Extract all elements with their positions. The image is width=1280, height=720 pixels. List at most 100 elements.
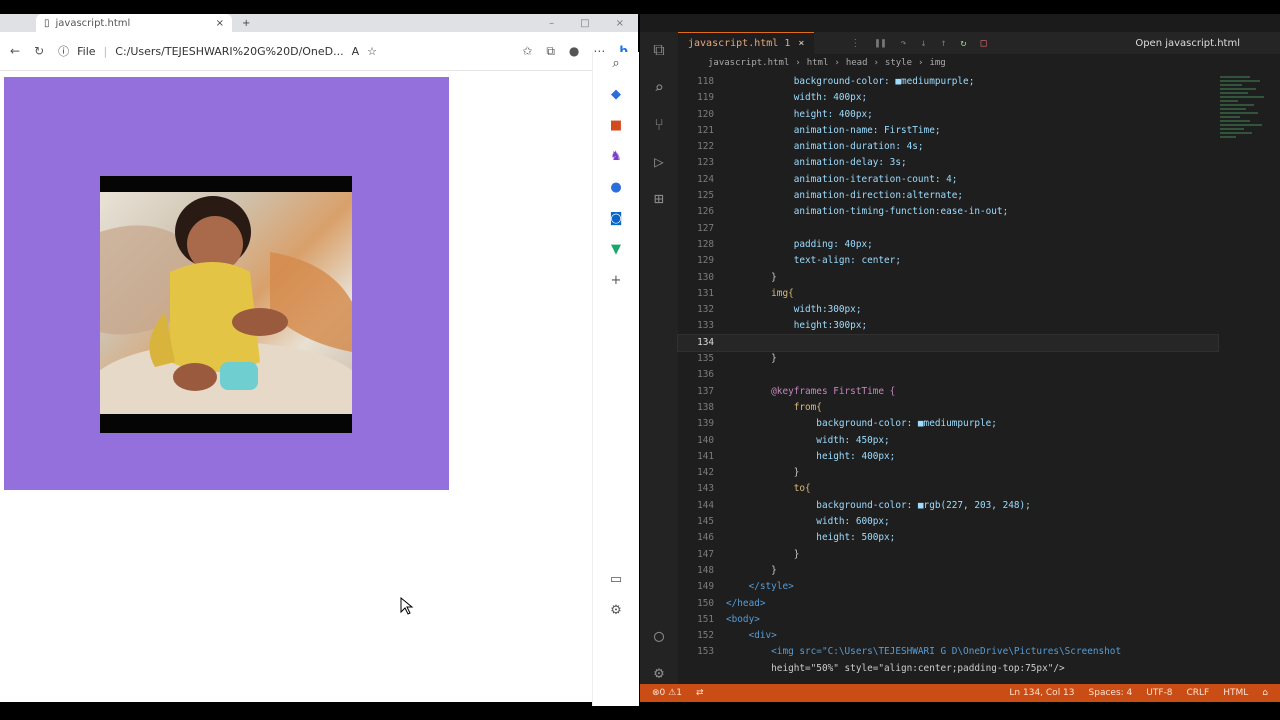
editor-tab-javascript-html[interactable]: javascript.html 1 × [678,31,815,55]
search-icon[interactable]: ⌕ [654,78,664,97]
new-tab-button[interactable]: + [242,18,250,29]
close-editor-tab-icon[interactable]: × [798,38,804,49]
read-aloud-icon[interactable]: A [352,45,360,58]
run-debug-icon[interactable]: ▷ [654,152,664,171]
mouse-cursor-icon [400,596,414,619]
office-icon[interactable]: ● [610,180,621,195]
manage-gear-icon[interactable]: ⚙ [654,663,664,682]
code-line[interactable]: 141 height: 400px; [678,449,1218,465]
close-tab-icon[interactable]: × [216,18,224,29]
code-line[interactable]: 140 width: 450px; [678,433,1218,449]
code-line[interactable]: 142 } [678,465,1218,481]
code-line[interactable]: 118 background-color: ■mediumpurple; [678,74,1218,90]
code-line[interactable]: 152 <div> [678,628,1218,644]
restart-icon[interactable]: ↻ [961,38,967,49]
code-line[interactable]: 138 from{ [678,400,1218,416]
favorites-icon[interactable]: ✩ [522,44,532,58]
code-line[interactable]: 119 width: 400px; [678,90,1218,106]
problems-indicator[interactable]: ⊗0 ⚠1 [652,688,682,698]
explorer-icon[interactable]: ⧉ [653,40,664,60]
code-line[interactable]: 129 text-align: center; [678,253,1218,269]
favorite-icon[interactable]: ☆ [367,45,377,58]
breadcrumb-item[interactable]: style [885,58,912,68]
open-file-button[interactable]: Open javascript.html [1135,38,1280,49]
code-line[interactable]: 133 height:300px; [678,318,1218,334]
step-into-icon[interactable]: ↓ [920,38,926,49]
breadcrumb-item[interactable]: html [807,58,829,68]
pause-icon[interactable]: ❚❚ [874,38,886,49]
outlook-icon[interactable]: ◙ [610,211,623,226]
account-icon[interactable]: ◯ [654,626,664,645]
indentation[interactable]: Spaces: 4 [1089,688,1133,698]
stop-icon[interactable]: □ [981,38,987,49]
code-line[interactable]: 128 padding: 40px; [678,237,1218,253]
code-line[interactable]: 123 animation-delay: 3s; [678,155,1218,171]
code-line[interactable]: 149 </style> [678,579,1218,595]
code-line[interactable]: 150 </head> [678,596,1218,612]
breadcrumb-item[interactable]: img [929,58,945,68]
address-bar[interactable]: ⓘ File | C:/Users/TEJESHWARI%20G%20D/One… [58,43,508,59]
minimize-icon[interactable]: – [549,18,554,29]
code-line[interactable]: 125 animation-direction:alternate; [678,188,1218,204]
drag-handle-icon[interactable]: ⋮ [850,38,860,49]
code-line[interactable]: 136 [678,367,1218,383]
code-line[interactable]: 139 background-color: ■mediumpurple; [678,416,1218,432]
step-over-icon[interactable]: ↷ [900,38,906,49]
minimap[interactable] [1220,74,1268,294]
code-line[interactable]: 124 animation-iteration-count: 4; [678,172,1218,188]
close-window-icon[interactable]: × [616,18,624,29]
browser-tabbar: ▯ javascript.html × + – □ × [0,14,638,32]
extensions-icon[interactable]: ⊞ [654,189,664,208]
settings-icon[interactable]: ⚙ [610,603,622,618]
code-line[interactable]: 134 [677,333,1219,353]
profile-icon[interactable]: ● [569,44,579,58]
code-line[interactable]: height="50%" style="align:center;padding… [678,661,1218,677]
source-control-icon[interactable]: ⑂ [654,115,664,134]
collections-icon[interactable]: ⧉ [546,44,555,59]
step-out-icon[interactable]: ↑ [941,38,947,49]
code-line[interactable]: 143 to{ [678,481,1218,497]
code-line[interactable]: 130 } [678,270,1218,286]
browser-tab[interactable]: ▯ javascript.html × [36,14,232,32]
sidebar-layout-icon[interactable]: ▭ [610,572,622,587]
address-url: C:/Users/TEJESHWARI%20G%20D/OneD... [115,44,344,58]
tools-icon[interactable]: ■ [610,118,622,133]
line-content: height:300px; [726,320,868,332]
breadcrumb-item[interactable]: javascript.html [708,58,789,68]
notifications-icon[interactable]: ⌂ [1262,688,1268,698]
code-line[interactable]: 144 background-color: ■rgb(227, 203, 248… [678,498,1218,514]
code-line[interactable]: 120 height: 400px; [678,107,1218,123]
code-line[interactable]: 145 width: 600px; [678,514,1218,530]
breadcrumb-item[interactable]: head [846,58,868,68]
code-line[interactable]: 121 animation-name: FirstTime; [678,123,1218,139]
add-sidebar-icon[interactable]: + [611,273,622,288]
games-icon[interactable]: ♞ [610,149,622,164]
search-icon[interactable]: ⌕ [612,56,619,71]
line-content: <body> [726,613,760,625]
back-icon[interactable]: ← [10,44,20,58]
code-line[interactable]: 146 height: 500px; [678,530,1218,546]
drop-icon[interactable]: ▼ [611,242,621,257]
code-line[interactable]: 126 animation-timing-function:ease-in-ou… [678,204,1218,220]
screen: ▯ javascript.html × + – □ × ← ↻ ⓘ File |… [0,0,1280,720]
remote-icon[interactable]: ⇄ [696,688,704,698]
code-line[interactable]: 132 width:300px; [678,302,1218,318]
shopping-icon[interactable]: ◆ [611,87,621,102]
cursor-position[interactable]: Ln 134, Col 13 [1009,688,1074,698]
line-number: 150 [697,597,714,609]
language-mode[interactable]: HTML [1223,688,1248,698]
code-line[interactable]: 153 <img src="C:\Users\TEJESHWARI G D\On… [678,644,1218,660]
code-line[interactable]: 122 animation-duration: 4s; [678,139,1218,155]
refresh-icon[interactable]: ↻ [34,44,44,58]
maximize-icon[interactable]: □ [580,18,589,29]
code-line[interactable]: 131 img{ [678,286,1218,302]
code-line[interactable]: 151 <body> [678,612,1218,628]
code-editor[interactable]: 118 background-color: ■mediumpurple; 119 … [677,74,1219,682]
code-line[interactable]: 137 @keyframes FirstTime { [678,384,1218,400]
code-line[interactable]: 127 [678,221,1218,237]
code-line[interactable]: 135 } [678,351,1218,367]
encoding[interactable]: UTF-8 [1146,688,1172,698]
line-ending[interactable]: CRLF [1187,688,1210,698]
code-line[interactable]: 148 } [678,563,1218,579]
code-line[interactable]: 147 } [678,547,1218,563]
